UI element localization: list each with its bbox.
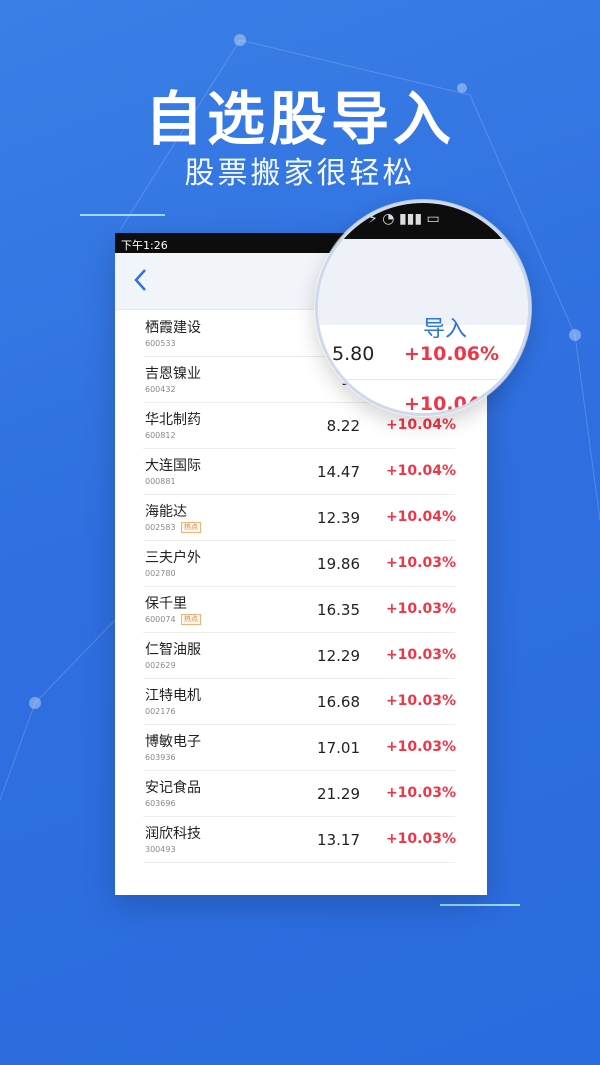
stock-change: +10.04% — [385, 463, 456, 479]
stock-row[interactable]: 保千里 600074 热点 16.35 +10.03% — [115, 587, 487, 633]
stock-change: +10.03% — [385, 555, 456, 571]
stock-name: 栖霞建设 — [145, 320, 201, 336]
hot-badge: 热点 — [181, 522, 201, 533]
stock-price: 16.68 — [317, 693, 360, 711]
import-button[interactable]: 导入 — [423, 311, 467, 343]
stock-name: 仁智油服 — [145, 642, 201, 658]
stock-code: 002629 — [145, 661, 176, 670]
magnified-change-next: +10.04% — [404, 393, 500, 415]
stock-change: +10.04% — [385, 417, 456, 433]
stock-code: 002583 — [145, 523, 176, 532]
stock-code: 600432 — [145, 385, 176, 394]
stock-price: 14.47 — [317, 463, 360, 481]
stock-name: 三夫户外 — [145, 550, 201, 566]
stock-name: 大连国际 — [145, 458, 201, 474]
magnifier-lens: ⚡ ◔ ▮▮▮ ▭ 导入 5.80 +10.06% +10.04% — [315, 200, 531, 416]
stock-row[interactable]: 三夫户外 002780 19.86 +10.03% — [115, 541, 487, 587]
stock-price: 12.39 — [317, 509, 360, 527]
stock-name: 华北制药 — [145, 412, 201, 428]
stock-name: 博敏电子 — [145, 734, 201, 750]
stock-price: 13.17 — [317, 831, 360, 849]
stock-name: 江特电机 — [145, 688, 201, 704]
stock-change: +10.03% — [385, 693, 456, 709]
back-chevron-icon[interactable] — [127, 265, 157, 295]
stock-row[interactable]: 博敏电子 603936 17.01 +10.03% — [115, 725, 487, 771]
stock-change: +10.03% — [385, 739, 456, 755]
stock-row[interactable]: 仁智油服 002629 12.29 +10.03% — [115, 633, 487, 679]
stock-change: +10.03% — [385, 647, 456, 663]
stock-change: +10.03% — [385, 831, 456, 847]
stock-name: 润欣科技 — [145, 826, 201, 842]
stock-name: 保千里 — [145, 596, 187, 612]
stock-price: 17.01 — [317, 739, 360, 757]
stock-code: 300493 — [145, 845, 176, 854]
page-title: 自选股导入 — [144, 85, 455, 153]
stock-row[interactable]: 海能达 002583 热点 12.39 +10.04% — [115, 495, 487, 541]
stock-row[interactable]: 润欣科技 300493 13.17 +10.03% — [115, 817, 487, 863]
stock-code: 603696 — [145, 799, 176, 808]
stock-price: 21.29 — [317, 785, 360, 803]
stock-row[interactable]: 安记食品 603696 21.29 +10.03% — [115, 771, 487, 817]
stock-price: 12.29 — [317, 647, 360, 665]
stock-name: 安记食品 — [145, 780, 201, 796]
stock-change: +10.04% — [385, 509, 456, 525]
stock-code: 600533 — [145, 339, 176, 348]
magnified-price: 5.80 — [332, 343, 375, 365]
stock-name: 海能达 — [145, 504, 187, 520]
stock-price: 8.22 — [326, 417, 360, 435]
status-icons: ⚡ ◔ ▮▮▮ ▭ — [368, 211, 440, 227]
stock-code: 002780 — [145, 569, 176, 578]
divider — [318, 379, 528, 380]
status-time: 下午1:26 — [121, 239, 168, 252]
stock-row[interactable]: 大连国际 000881 14.47 +10.04% — [115, 449, 487, 495]
row-divider — [143, 862, 455, 863]
magnified-change: +10.06% — [404, 343, 500, 365]
magnified-status-bar: ⚡ ◔ ▮▮▮ ▭ — [318, 203, 528, 239]
hot-badge: 热点 — [181, 614, 201, 625]
page-subtitle: 股票搬家很轻松 — [184, 156, 416, 191]
stock-change: +10.03% — [385, 601, 456, 617]
stock-code: 000881 — [145, 477, 176, 486]
stock-code: 600812 — [145, 431, 176, 440]
stock-price: 16.35 — [317, 601, 360, 619]
stock-code: 603936 — [145, 753, 176, 762]
magnified-nav-bar: 导入 — [318, 239, 528, 342]
stock-price: 19.86 — [317, 555, 360, 573]
stock-code: 600074 — [145, 615, 176, 624]
stock-name: 吉恩镍业 — [145, 366, 201, 382]
stock-code: 002176 — [145, 707, 176, 716]
stock-row[interactable]: 江特电机 002176 16.68 +10.03% — [115, 679, 487, 725]
stock-change: +10.03% — [385, 785, 456, 801]
